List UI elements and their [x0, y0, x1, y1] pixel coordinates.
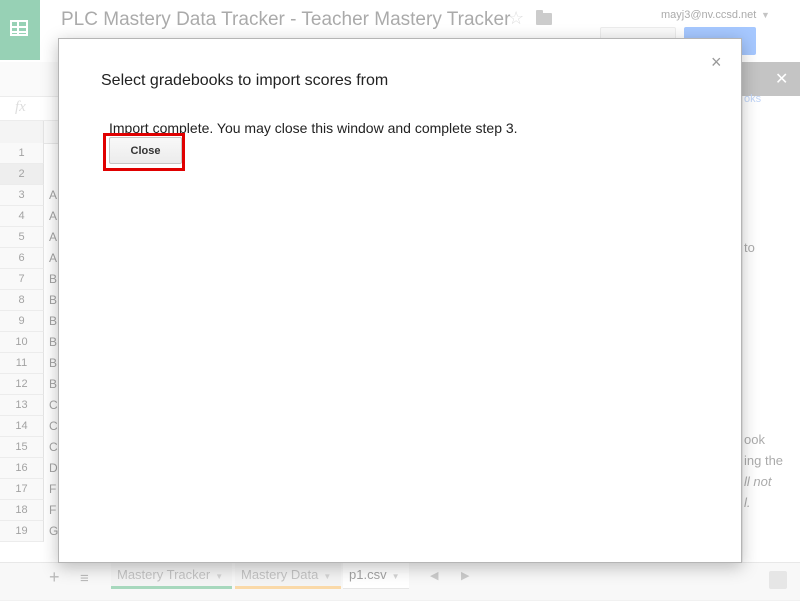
dialog-title: Select gradebooks to import scores from [101, 72, 389, 89]
close-button[interactable]: Close [109, 137, 182, 164]
import-dialog: Select gradebooks to import scores from … [58, 38, 742, 563]
close-icon[interactable]: × [711, 52, 722, 73]
